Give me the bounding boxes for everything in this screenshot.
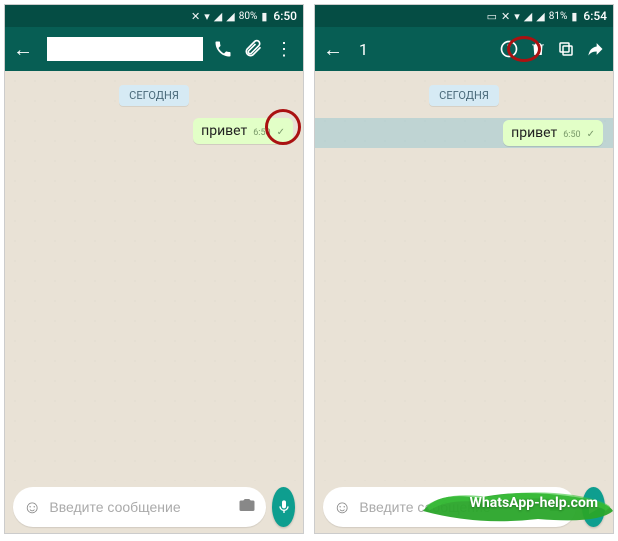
date-chip: СЕГОДНЯ: [119, 85, 189, 106]
check-icon: ✓: [277, 127, 285, 138]
sim2-icon: ◢: [226, 10, 234, 23]
battery-icon: ▮: [571, 10, 577, 23]
screenshot-icon: ▭: [487, 10, 497, 23]
send-icon: [589, 500, 601, 514]
back-button[interactable]: ←: [13, 37, 33, 62]
attach-icon[interactable]: [243, 39, 263, 59]
sim1-icon: ◢: [524, 10, 532, 23]
message-row-selected[interactable]: привет 6:50 ✓: [315, 118, 613, 148]
message-input[interactable]: [359, 499, 540, 515]
status-bar: ▭ ✕ ▾ ◢ ◢ 81% ▮ 6:54: [315, 5, 613, 27]
wifi-icon: ▾: [204, 10, 210, 23]
chat-header: ← ⋮: [5, 27, 303, 71]
call-icon[interactable]: [213, 39, 233, 59]
battery-text: 81%: [549, 11, 568, 22]
copy-icon[interactable]: [557, 40, 575, 58]
message-text: привет: [511, 125, 557, 141]
contact-title[interactable]: [47, 37, 203, 61]
clock-text: 6:54: [583, 9, 607, 23]
message-time: 6:50: [563, 130, 580, 140]
emoji-icon[interactable]: ☺: [23, 497, 41, 518]
message-bubble[interactable]: привет 6:50 ✓: [193, 118, 293, 144]
message-text: привет: [201, 123, 247, 139]
status-bar: ✕ ▾ ◢ ◢ 80% ▮ 6:50: [5, 5, 303, 27]
battery-icon: ▮: [261, 10, 267, 23]
input-pill: ☺: [323, 487, 576, 527]
emoji-icon[interactable]: ☺: [333, 497, 351, 518]
menu-icon[interactable]: ⋮: [273, 39, 295, 60]
vibrate-icon: ✕: [191, 10, 200, 23]
check-icon: ✓: [587, 129, 595, 140]
sim1-icon: ◢: [214, 10, 222, 23]
camera-icon[interactable]: [238, 496, 256, 518]
phone-left: ✕ ▾ ◢ ◢ 80% ▮ 6:50 ← ⋮ СЕГОДНЯ привет: [4, 4, 304, 534]
input-pill: ☺: [13, 487, 266, 527]
message-input[interactable]: [49, 499, 230, 515]
mic-button[interactable]: [272, 487, 295, 527]
wifi-icon: ▾: [514, 10, 520, 23]
sim2-icon: ◢: [536, 10, 544, 23]
input-bar: ☺: [5, 481, 303, 533]
info-icon[interactable]: [499, 39, 519, 59]
forward-icon[interactable]: [585, 39, 605, 59]
date-chip: СЕГОДНЯ: [429, 85, 499, 106]
battery-text: 80%: [239, 11, 258, 22]
chat-body: СЕГОДНЯ привет 6:50 ✓: [5, 71, 303, 481]
chat-body: СЕГОДНЯ привет 6:50 ✓: [315, 71, 613, 481]
camera-icon[interactable]: [548, 496, 566, 518]
back-button[interactable]: ←: [323, 37, 343, 62]
delete-icon[interactable]: [529, 40, 547, 58]
message-row[interactable]: привет 6:50 ✓: [15, 118, 293, 144]
message-bubble[interactable]: привет 6:50 ✓: [503, 120, 603, 146]
clock-text: 6:50: [273, 9, 297, 23]
message-time: 6:50: [253, 128, 270, 138]
send-button[interactable]: [582, 487, 605, 527]
vibrate-icon: ✕: [501, 10, 510, 23]
selection-count: 1: [359, 40, 489, 59]
input-bar: ☺: [315, 481, 613, 533]
phone-right: ▭ ✕ ▾ ◢ ◢ 81% ▮ 6:54 ← 1: [314, 4, 614, 534]
selection-header: ← 1: [315, 27, 613, 71]
